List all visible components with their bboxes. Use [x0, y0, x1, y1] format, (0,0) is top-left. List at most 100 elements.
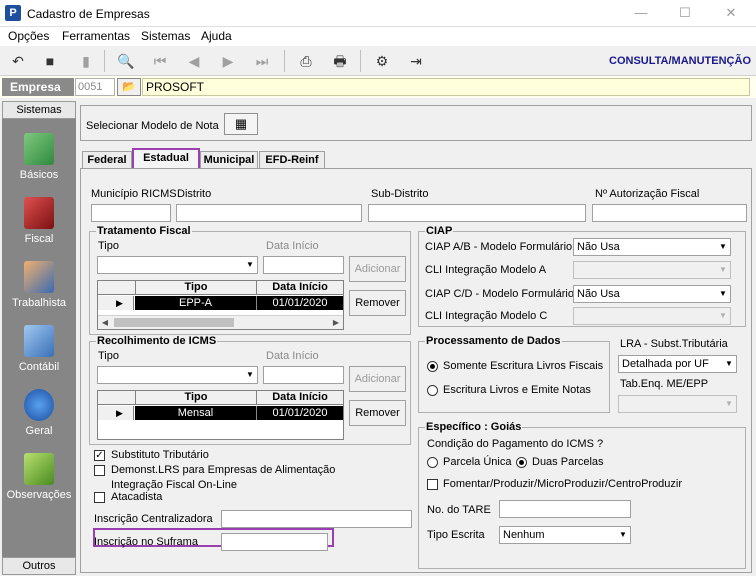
ciap-ab-label: CIAP A/B - Modelo Formulário	[425, 241, 573, 253]
inscricao-centralizadora-field[interactable]	[221, 510, 412, 528]
grid-header-data[interactable]: Data Início	[256, 281, 343, 295]
preview-icon[interactable]: 🔍	[116, 51, 136, 71]
print-icon[interactable]: ⎙	[296, 51, 316, 71]
tratamento-grid[interactable]: Tipo Data Início ▶ EPP-A 01/01/2020 ◀ ▶	[97, 280, 344, 330]
exit-icon[interactable]: ⇥	[406, 51, 426, 71]
scroll-right-icon[interactable]: ▶	[329, 316, 343, 329]
last-record-icon[interactable]: ⏭	[252, 51, 272, 71]
grid-cell-tipo[interactable]: Mensal	[135, 406, 256, 420]
tratamento-remover-button[interactable]: Remover	[349, 290, 406, 316]
grid-cell-tipo[interactable]: EPP-A	[135, 296, 256, 310]
duas-parcelas-radio[interactable]	[516, 457, 527, 468]
chevron-down-icon: ▼	[719, 289, 727, 298]
next-record-icon[interactable]: ▶	[218, 51, 238, 71]
menu-sistemas[interactable]: Sistemas	[141, 29, 190, 43]
scroll-thumb[interactable]	[114, 318, 234, 327]
tab-federal[interactable]: Federal	[82, 151, 132, 169]
recolhimento-tipo-select[interactable]: ▼	[97, 366, 258, 384]
previous-record-icon[interactable]: ◀	[184, 51, 204, 71]
menu-opcoes[interactable]: Opções	[8, 29, 49, 43]
mode-label: CONSULTA/MANUTENÇÃO	[609, 55, 751, 67]
grid-header-tipo[interactable]: Tipo	[135, 281, 256, 295]
recolhimento-adicionar-button[interactable]: Adicionar	[349, 366, 406, 392]
delete-icon[interactable]: ▮	[76, 51, 96, 71]
maximize-icon[interactable]: ☐	[670, 4, 700, 22]
grid-cell-data[interactable]: 01/01/2020	[256, 296, 343, 310]
grid-header-data[interactable]: Data Início	[256, 391, 343, 405]
tab-enq-select[interactable]: ▼	[618, 395, 737, 413]
menu-ferramentas[interactable]: Ferramentas	[62, 29, 130, 43]
inscricao-suframa-field[interactable]	[221, 533, 328, 551]
tab-municipal[interactable]: Municipal	[200, 151, 258, 169]
print-setup-icon[interactable]: 🖶	[330, 51, 350, 71]
integracao-label: Integração Fiscal On-Line	[111, 479, 237, 491]
distrito-field[interactable]	[176, 204, 362, 222]
processamento-opt2-radio[interactable]	[427, 385, 438, 396]
subdistrito-label: Sub-Distrito	[371, 188, 429, 200]
parcela-unica-radio[interactable]	[427, 457, 438, 468]
sidebar-item-trabalhista[interactable]: Trabalhista	[2, 257, 76, 319]
undo-icon[interactable]: ↶	[8, 51, 28, 71]
first-record-icon[interactable]: ⏮	[150, 51, 170, 71]
processamento-opt2-label: Escritura Livros e Emite Notas	[443, 384, 591, 396]
tratamento-adicionar-button[interactable]: Adicionar	[349, 256, 406, 282]
modelo-label: Selecionar Modelo de Nota	[86, 120, 219, 132]
horizontal-scrollbar[interactable]: ◀ ▶	[98, 315, 343, 329]
sidebar-item-label: Geral	[25, 425, 53, 437]
empresa-label: Empresa	[2, 78, 74, 96]
tipo-escrita-value: Nenhum	[503, 529, 545, 541]
menu-ajuda[interactable]: Ajuda	[201, 29, 232, 43]
recolhimento-data-label: Data Início	[266, 350, 319, 362]
ciap-cd-value: Não Usa	[577, 288, 620, 300]
empresa-code-field[interactable]: 0051	[75, 78, 115, 96]
recolhimento-title: Recolhimento de ICMS	[96, 335, 218, 347]
cli-c-select[interactable]: ▼	[573, 307, 731, 325]
sidebar-item-observacoes[interactable]: Observações	[2, 449, 76, 511]
subdistrito-field[interactable]	[368, 204, 586, 222]
substituto-checkbox[interactable]: ✓	[94, 450, 105, 461]
sidebar-item-fiscal[interactable]: Fiscal	[2, 193, 76, 255]
tab-estadual[interactable]: Estadual	[132, 148, 200, 170]
recolhimento-remover-button[interactable]: Remover	[349, 400, 406, 426]
ciap-ab-select[interactable]: Não Usa ▼	[573, 238, 731, 256]
grid-header-tipo[interactable]: Tipo	[135, 391, 256, 405]
tratamento-tipo-select[interactable]: ▼	[97, 256, 258, 274]
chevron-down-icon: ▼	[719, 311, 727, 320]
processamento-opt1-radio[interactable]	[427, 361, 438, 372]
processamento-title: Processamento de Dados	[425, 335, 562, 347]
tab-efd-reinf[interactable]: EFD-Reinf	[259, 151, 325, 169]
sidebar-header[interactable]: Sistemas	[2, 101, 76, 119]
open-folder-icon[interactable]: 📂	[117, 78, 141, 96]
recolhimento-grid[interactable]: Tipo Data Início ▶ Mensal 01/01/2020	[97, 390, 344, 440]
sidebar-item-label: Trabalhista	[11, 297, 66, 309]
inscricao-centralizadora-label: Inscrição Centralizadora	[94, 513, 213, 525]
fomentar-checkbox[interactable]	[427, 479, 438, 490]
recolhimento-data-field[interactable]	[263, 366, 344, 384]
minimize-icon[interactable]: —	[626, 4, 656, 22]
sidebar-item-geral[interactable]: Geral	[2, 385, 76, 447]
cli-a-select[interactable]: ▼	[573, 261, 731, 279]
lra-select[interactable]: Detalhada por UF ▼	[618, 355, 737, 373]
demonst-checkbox[interactable]	[94, 465, 105, 476]
close-icon[interactable]: ✕	[716, 4, 746, 22]
tipo-escrita-label: Tipo Escrita	[427, 529, 485, 541]
select-model-icon[interactable]: ▦	[224, 113, 258, 135]
tare-field[interactable]	[499, 500, 631, 518]
municipio-field[interactable]	[91, 204, 171, 222]
sidebar-item-basicos[interactable]: Básicos	[2, 129, 76, 191]
sidebar-footer[interactable]: Outros	[2, 557, 76, 575]
goias-group: Específico : Goiás Condição do Pagamento…	[418, 421, 746, 569]
save-icon[interactable]: ■	[40, 51, 60, 71]
sidebar-item-contabil[interactable]: Contábil	[2, 321, 76, 383]
scroll-left-icon[interactable]: ◀	[98, 316, 112, 329]
basicos-icon	[24, 133, 54, 165]
grid-cell-data[interactable]: 01/01/2020	[256, 406, 343, 420]
autorizacao-field[interactable]	[592, 204, 747, 222]
tratamento-group: Tratamento Fiscal Tipo Data Início ▼ Adi…	[89, 225, 411, 335]
tipo-escrita-select[interactable]: Nenhum ▼	[499, 526, 631, 544]
tratamento-data-field[interactable]	[263, 256, 344, 274]
tools-icon[interactable]: ⚙	[372, 51, 392, 71]
ciap-cd-select[interactable]: Não Usa ▼	[573, 285, 731, 303]
chevron-down-icon: ▼	[246, 260, 254, 269]
atacadista-checkbox[interactable]	[94, 492, 105, 503]
